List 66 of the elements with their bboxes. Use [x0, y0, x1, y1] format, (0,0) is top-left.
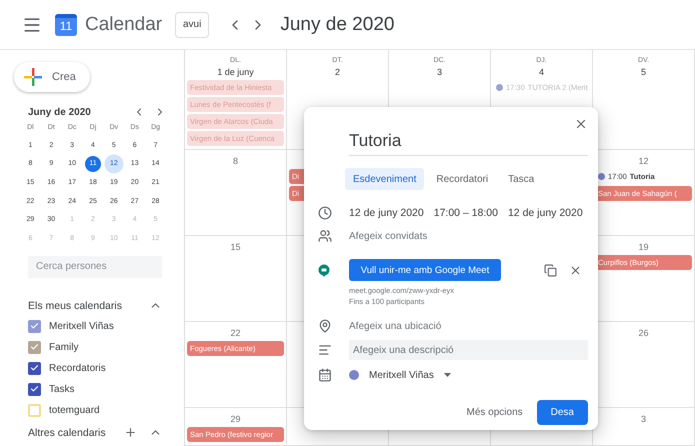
- calendar-checkbox[interactable]: [28, 382, 41, 396]
- day-number: 4: [538, 67, 545, 78]
- caret-icon: [444, 373, 451, 377]
- day-number: 3: [436, 67, 443, 78]
- day-number: 1 de juny: [216, 67, 255, 78]
- calendar-name: Meritxell Viñas: [49, 320, 114, 332]
- day-cell[interactable]: 8: [185, 150, 287, 236]
- day-number: 19: [637, 242, 650, 253]
- calendar-checkbox[interactable]: [28, 320, 41, 333]
- event-type-tab[interactable]: Tasca: [500, 168, 542, 190]
- day-cell[interactable]: 15: [185, 236, 287, 322]
- save-button[interactable]: Desa: [536, 400, 588, 425]
- description-icon: [318, 343, 332, 357]
- day-number: 8: [232, 156, 239, 167]
- search-field[interactable]: Cerca persones: [28, 256, 162, 278]
- video-chat-icon: [318, 264, 330, 276]
- app-name: Calendar: [85, 14, 164, 36]
- calendar-icon: [318, 368, 332, 382]
- day-number: 26: [637, 328, 650, 339]
- create-button[interactable]: Crea: [14, 62, 90, 92]
- close-button[interactable]: [574, 117, 588, 131]
- people-icon: [318, 229, 332, 243]
- check-icon: [30, 342, 39, 352]
- remove-button[interactable]: [569, 264, 582, 276]
- calendar-checkbox[interactable]: [28, 362, 41, 375]
- period-title: Juny de 2020: [280, 14, 394, 36]
- calendar-logo: 11: [55, 14, 77, 36]
- mini-calendar-title: Juny de 2020: [28, 106, 92, 118]
- add-icon[interactable]: [124, 426, 137, 440]
- location-pin-icon: [318, 319, 332, 333]
- check-icon: [30, 363, 39, 374]
- end-date[interactable]: 12 de juny 2020: [508, 207, 583, 219]
- calendar-select[interactable]: Meritxell Viñas: [349, 370, 588, 380]
- close-icon: [574, 117, 588, 131]
- start-date[interactable]: 12 de juny 2020: [349, 207, 424, 219]
- check-icon: [30, 321, 39, 332]
- guests-field[interactable]: Afegeix convidats: [349, 226, 588, 246]
- event-title-field[interactable]: Tutoria: [349, 131, 588, 156]
- clock-icon: [318, 206, 332, 220]
- description-field[interactable]: Afegeix una descripció: [349, 340, 588, 360]
- calendar-checkbox[interactable]: [28, 340, 41, 354]
- plus-icon: [24, 68, 42, 86]
- section-title: Altres calendaris: [28, 426, 107, 439]
- more-options-button[interactable]: Més opcions: [466, 407, 523, 418]
- check-icon: [30, 384, 39, 394]
- day-number: 22: [229, 328, 242, 339]
- day-number: 2: [334, 67, 341, 78]
- time-range[interactable]: 17:00 – 18:00: [434, 207, 498, 219]
- today-button[interactable]: avui: [175, 12, 210, 38]
- calendar-name: totemguard: [49, 404, 100, 416]
- event-type-tab[interactable]: Esdeveniment: [345, 168, 424, 190]
- location-field[interactable]: Afegeix una ubicació: [349, 316, 588, 336]
- section-title: Els meus calendaris: [28, 300, 123, 312]
- day-number: 29: [229, 414, 242, 425]
- day-number: 15: [229, 242, 242, 253]
- day-number: 12: [637, 156, 650, 167]
- day-number: 5: [640, 67, 647, 78]
- event-type-tab[interactable]: Recordatori: [428, 168, 496, 190]
- join-meet-button[interactable]: Vull unir-me amb Google Meet: [349, 259, 501, 281]
- calendar-name: Tasks: [49, 384, 75, 395]
- copy-button[interactable]: [544, 264, 557, 276]
- close-icon: [569, 264, 582, 276]
- copy-icon: [544, 264, 557, 276]
- day-number: 3: [640, 414, 647, 425]
- calendar-name: Recordatoris: [49, 362, 106, 374]
- calendar-name: Family: [49, 342, 78, 353]
